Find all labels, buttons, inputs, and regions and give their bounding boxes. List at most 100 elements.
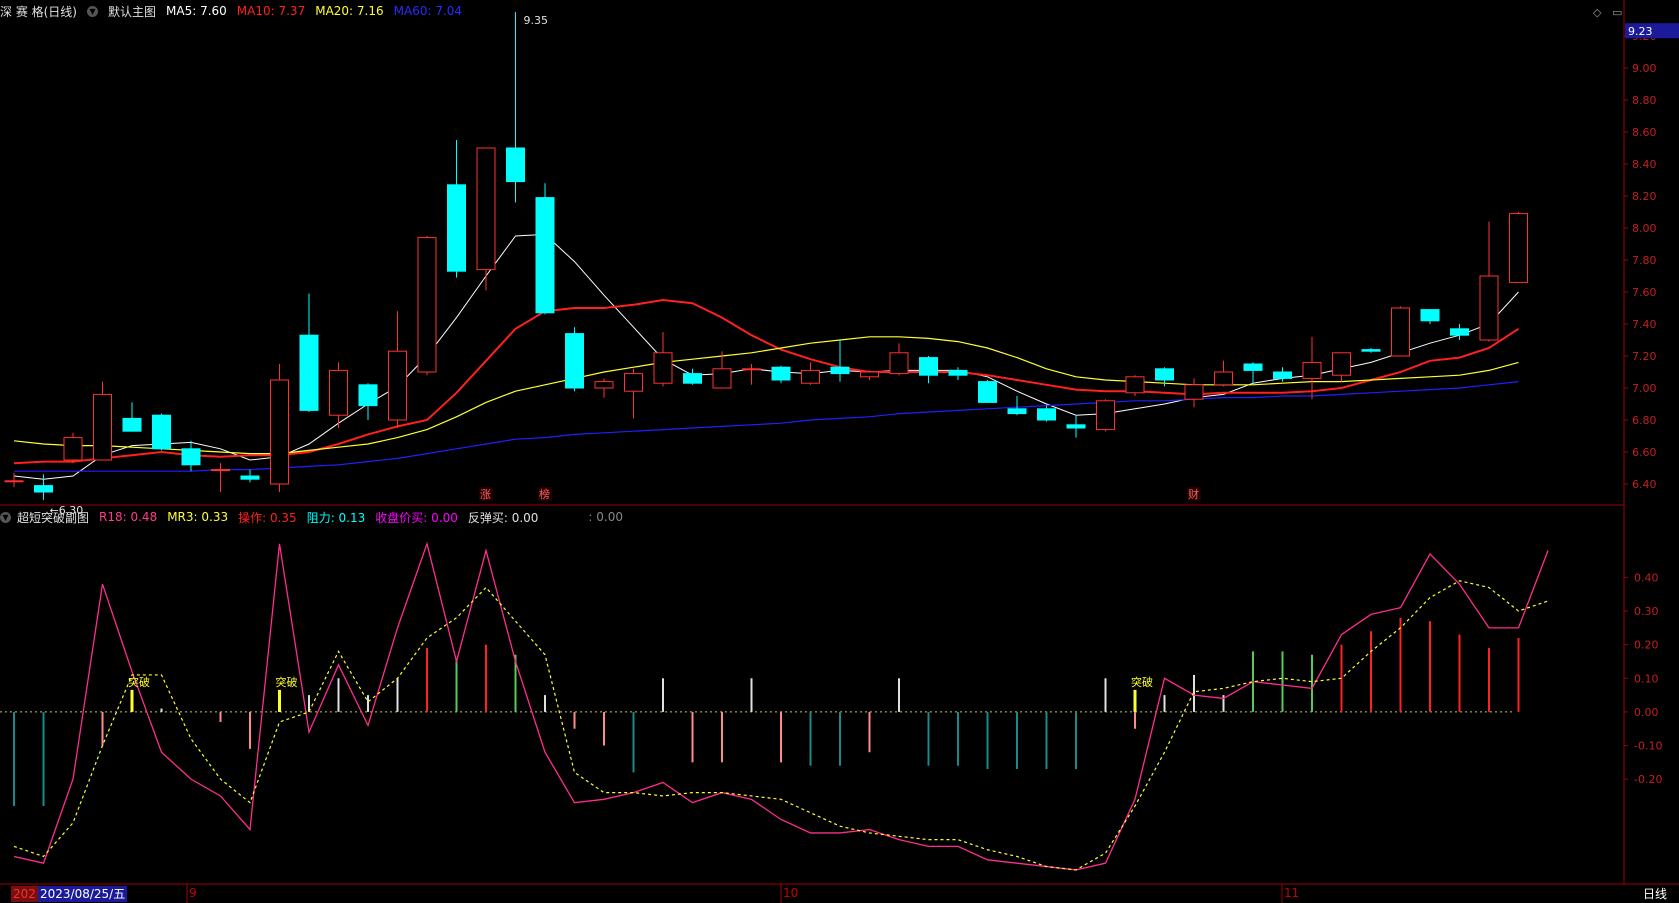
ma10-label: MA10: 7.37 — [236, 4, 306, 18]
candle-body — [712, 368, 732, 389]
candle-body — [1361, 349, 1381, 352]
candle-body — [1007, 408, 1027, 415]
sub-chart-header: ▾ 超短突破副图 R18: 0.48 MR3: 0.33 操作: 0.35 阻力… — [0, 507, 623, 527]
indicator-options-icon[interactable]: ▾ — [0, 511, 11, 523]
indicator-tick-label: -0.10 — [1634, 740, 1662, 753]
candle-body — [476, 147, 496, 271]
candle-body — [683, 373, 702, 384]
indicator-tick-label: 0.20 — [1634, 639, 1659, 652]
candle-body — [860, 371, 879, 378]
price-tick-label: 8.40 — [1632, 158, 1657, 171]
breakout-label: 突破 — [276, 675, 298, 689]
chart-options-icon[interactable]: ▾ — [87, 5, 98, 17]
r18-label: R18: 0.48 — [99, 510, 158, 524]
candle-body — [299, 334, 319, 411]
price-tick-label: 7.00 — [1632, 382, 1657, 395]
indicator-name[interactable]: 超短突破副图 — [17, 509, 89, 526]
price-tick-label: 8.20 — [1632, 190, 1657, 203]
candle-body — [211, 469, 230, 472]
cursor-date-label: 2023/08/25/五 — [38, 886, 128, 902]
month-label-sep: 9 — [189, 886, 197, 900]
candle-body — [1096, 400, 1115, 431]
diamond-icon[interactable]: ◇ — [1593, 6, 1601, 19]
candle-body — [1037, 408, 1056, 421]
candle-body — [270, 379, 289, 485]
candle-body — [240, 475, 260, 480]
r18-line — [13, 541, 1549, 871]
price-tick-label: 6.80 — [1632, 414, 1657, 427]
candle-body — [1184, 384, 1204, 400]
candle-body — [889, 352, 909, 375]
current-price-label: 9.23 — [1628, 25, 1653, 38]
ma20-label: MA20: 7.16 — [315, 4, 384, 18]
candle-body — [1155, 368, 1174, 381]
candle-body — [742, 368, 761, 371]
op-label: 操作: 0.35 — [238, 510, 297, 525]
price-tick-label: 7.60 — [1632, 286, 1657, 299]
candle-body — [919, 357, 938, 376]
candle-body — [830, 366, 850, 375]
rebound-buy-label: 反弹买: 0.00 — [467, 510, 539, 525]
candle-body — [417, 237, 437, 373]
candle-body — [388, 350, 407, 421]
candle-body — [1243, 363, 1263, 371]
high-price-annotation: 9.35 — [524, 14, 549, 27]
candle-body — [594, 381, 614, 389]
month-label-nov: 11 — [1284, 886, 1300, 900]
year-label: 202 — [11, 886, 38, 902]
chart-canvas: 9.209.008.808.608.408.208.007.807.607.40… — [0, 0, 1679, 903]
candle-body — [1391, 307, 1410, 357]
candle-body — [948, 369, 968, 376]
candle-body — [1332, 352, 1351, 376]
price-tick-label: 9.00 — [1632, 62, 1657, 75]
candle-body — [1479, 275, 1499, 341]
candle-body — [4, 480, 24, 483]
candle-body — [447, 184, 466, 272]
breakout-label: 突破 — [1131, 675, 1153, 689]
ma-line-ma10 — [13, 298, 1520, 465]
candle-body — [1273, 371, 1292, 379]
resistance-label: 阻力: 0.13 — [306, 510, 366, 525]
candle-body — [565, 333, 584, 389]
candle-body — [1125, 376, 1145, 394]
breakout-label: 突破 — [128, 675, 150, 689]
ma60-label: MA60: 7.04 — [393, 4, 463, 18]
candle-body — [653, 352, 673, 384]
candle-body — [152, 414, 171, 450]
month-label-oct: 10 — [783, 886, 799, 900]
candle-body — [1509, 213, 1528, 283]
indicator-tick-label: 0.30 — [1634, 605, 1659, 618]
candle-body — [63, 437, 83, 461]
indicator-tick-label: 0.40 — [1634, 571, 1659, 584]
candle-body — [181, 448, 201, 466]
period-button[interactable]: 日线 — [1643, 885, 1667, 902]
candle-body — [93, 393, 112, 461]
stock-label[interactable]: 深 赛 格(日线) — [0, 3, 77, 20]
candle-body — [801, 369, 820, 384]
chart-name[interactable]: 默认主图 — [108, 3, 156, 20]
indicator-tick-label: -0.20 — [1634, 773, 1662, 786]
candle-body — [1302, 361, 1322, 379]
event-marker: 涨 — [480, 488, 491, 501]
price-tick-label: 7.80 — [1632, 254, 1657, 267]
ma5-label: MA5: 7.60 — [166, 4, 227, 18]
price-tick-label: 7.40 — [1632, 318, 1657, 331]
candle-body — [1450, 328, 1469, 336]
price-tick-label: 6.60 — [1632, 446, 1657, 459]
close-buy-label: 收盘价买: 0.00 — [375, 510, 458, 525]
candle-body — [1066, 424, 1086, 429]
extra-label: : 0.00 — [588, 510, 623, 524]
candle-body — [1420, 309, 1440, 322]
candle-body — [34, 485, 53, 493]
event-marker: 榜 — [539, 487, 550, 501]
candle-body — [122, 417, 142, 432]
ma-line-ma20 — [13, 336, 1519, 455]
window-restore-icon[interactable]: ▭ — [1612, 6, 1622, 19]
indicator-tick-label: 0.00 — [1634, 706, 1659, 719]
candle-body — [506, 147, 525, 183]
price-tick-label: 8.00 — [1632, 222, 1657, 235]
candle-body — [358, 384, 378, 407]
candle-body — [624, 373, 643, 392]
candle-body — [771, 366, 791, 381]
ma-line-ma5 — [13, 233, 1519, 480]
